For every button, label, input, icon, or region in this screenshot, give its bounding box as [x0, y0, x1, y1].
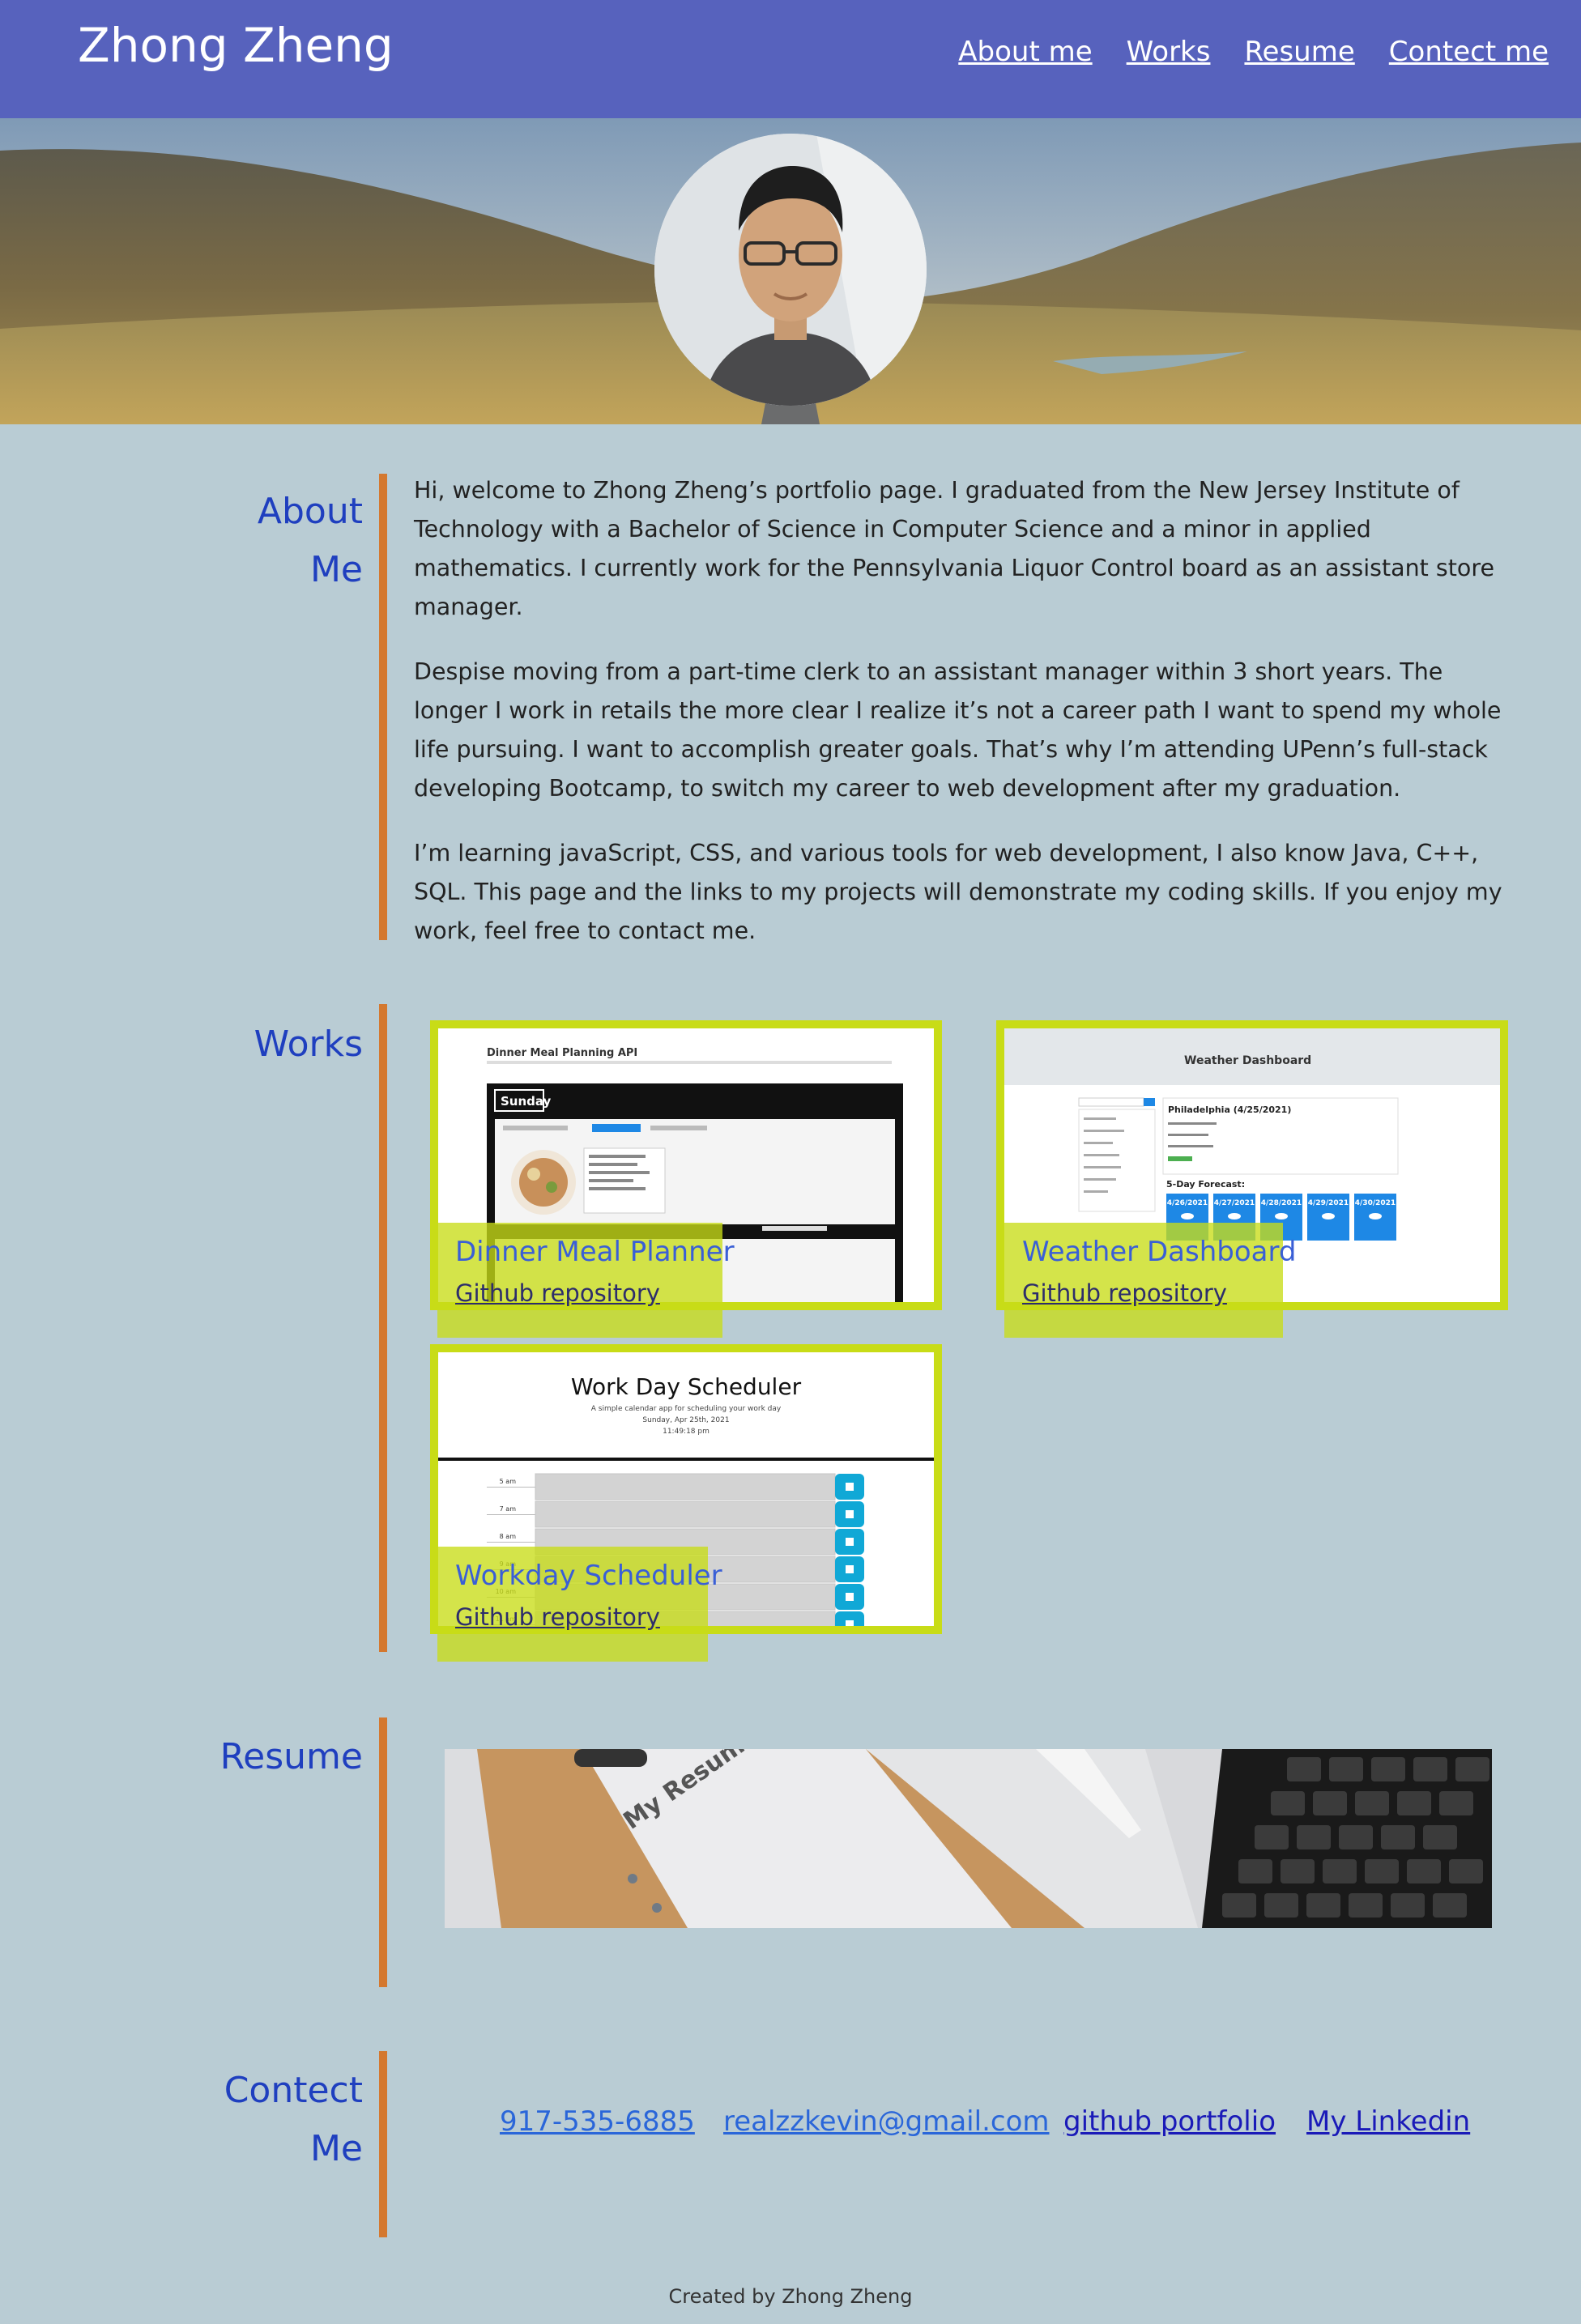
- profile-photo: [654, 134, 927, 406]
- linkedin-link[interactable]: My Linkedin: [1306, 2105, 1470, 2138]
- resume-heading: Resume: [219, 1736, 363, 1777]
- resume-image[interactable]: My Resume: [445, 1749, 1492, 1928]
- email-link[interactable]: realzzkevin@gmail.com: [723, 2105, 1050, 2138]
- work-title: Dinner Meal Planner: [455, 1236, 735, 1268]
- lock-icon: [846, 1510, 854, 1518]
- profile-avatar: [654, 134, 927, 406]
- cloud-icon: [1228, 1213, 1241, 1219]
- hour-row: [535, 1473, 836, 1500]
- phone-link[interactable]: 917-535-6885: [500, 2105, 695, 2138]
- nav-works[interactable]: Works: [1127, 36, 1211, 68]
- work-caption-workday-scheduler: Workday Scheduler Github repository: [437, 1547, 722, 1662]
- hour-label: 7 am: [500, 1505, 517, 1513]
- hour-row: [535, 1500, 836, 1528]
- shot-date: Sunday, Apr 25th, 2021: [642, 1416, 729, 1424]
- contact-accent-bar: [379, 2051, 387, 2237]
- works-heading: Works: [254, 1024, 363, 1065]
- main-nav: About me Works Resume Contect me: [958, 36, 1549, 68]
- about-heading: About Me: [120, 483, 363, 599]
- contact-heading-line1: Contect: [224, 2070, 363, 2111]
- cloud-icon: [1181, 1213, 1194, 1219]
- shot-city: Philadelphia (4/25/2021): [1168, 1105, 1291, 1115]
- hour-divider: [487, 1514, 535, 1515]
- about-accent-bar: [379, 474, 387, 940]
- shot-forecast-label: 5-Day Forecast:: [1166, 1179, 1245, 1190]
- work-title: Workday Scheduler: [455, 1560, 722, 1592]
- hour-divider: [487, 1542, 535, 1543]
- contact-heading: Contect Me: [120, 2062, 363, 2178]
- nav-about-me[interactable]: About me: [958, 36, 1092, 68]
- github-portfolio-link[interactable]: github portfolio: [1063, 2105, 1276, 2138]
- cloud-icon: [1369, 1213, 1382, 1219]
- resume-accent-bar: [379, 1717, 387, 1987]
- about-paragraph: Despise moving from a part-time clerk to…: [414, 658, 1502, 802]
- hour-divider: [487, 1487, 535, 1488]
- about-paragraph: I’m learning javaScript, CSS, and variou…: [414, 840, 1502, 944]
- cloud-icon: [1275, 1213, 1288, 1219]
- github-repository-link[interactable]: Github repository: [455, 1279, 660, 1307]
- hour-label: 5 am: [500, 1478, 517, 1485]
- forecast-date: 4/30/2021: [1355, 1199, 1396, 1207]
- about-heading-line2: Me: [309, 549, 363, 590]
- about-text: Hi, welcome to Zhong Zheng’s portfolio p…: [414, 471, 1515, 977]
- works-accent-bar: [379, 1004, 387, 1652]
- lock-icon: [846, 1538, 854, 1546]
- site-title: Zhong Zheng: [78, 18, 394, 73]
- shot-title: Dinner Meal Planning API: [487, 1047, 637, 1059]
- hero-banner: [0, 118, 1581, 424]
- work-caption-weather-dashboard: Weather Dashboard Github repository: [1004, 1223, 1297, 1338]
- forecast-date: 4/28/2021: [1261, 1199, 1302, 1207]
- cloud-icon: [1322, 1213, 1335, 1219]
- nav-contact-me[interactable]: Contect me: [1389, 36, 1549, 68]
- hour-label: 8 am: [500, 1533, 517, 1540]
- lock-icon: [846, 1620, 854, 1626]
- forecast-date: 4/29/2021: [1308, 1199, 1349, 1207]
- github-repository-link[interactable]: Github repository: [455, 1603, 660, 1631]
- shot-title: Weather Dashboard: [1184, 1054, 1311, 1067]
- lock-icon: [846, 1565, 854, 1573]
- forecast-date: 4/26/2021: [1167, 1199, 1208, 1207]
- work-title: Weather Dashboard: [1022, 1236, 1297, 1268]
- shot-time: 11:49:18 pm: [663, 1428, 710, 1436]
- work-caption-dinner-meal-planner: Dinner Meal Planner Github repository: [437, 1223, 735, 1338]
- nav-resume[interactable]: Resume: [1244, 36, 1354, 68]
- shot-subtitle: A simple calendar app for scheduling you…: [591, 1405, 782, 1413]
- about-paragraph: Hi, welcome to Zhong Zheng’s portfolio p…: [414, 477, 1494, 620]
- about-heading-line1: About: [257, 491, 363, 532]
- lock-icon: [846, 1593, 854, 1601]
- forecast-date: 4/27/2021: [1214, 1199, 1255, 1207]
- github-repository-link[interactable]: Github repository: [1022, 1279, 1227, 1307]
- shot-title: Work Day Scheduler: [571, 1373, 802, 1400]
- resume-clipboard-image: My Resume: [445, 1749, 1492, 1928]
- footer-credit: Created by Zhong Zheng: [668, 2285, 913, 2308]
- contact-heading-line2: Me: [309, 2128, 363, 2169]
- lock-icon: [846, 1483, 854, 1491]
- shot-day: Sunday: [501, 1094, 552, 1109]
- site-header: Zhong Zheng About me Works Resume Contec…: [0, 0, 1581, 118]
